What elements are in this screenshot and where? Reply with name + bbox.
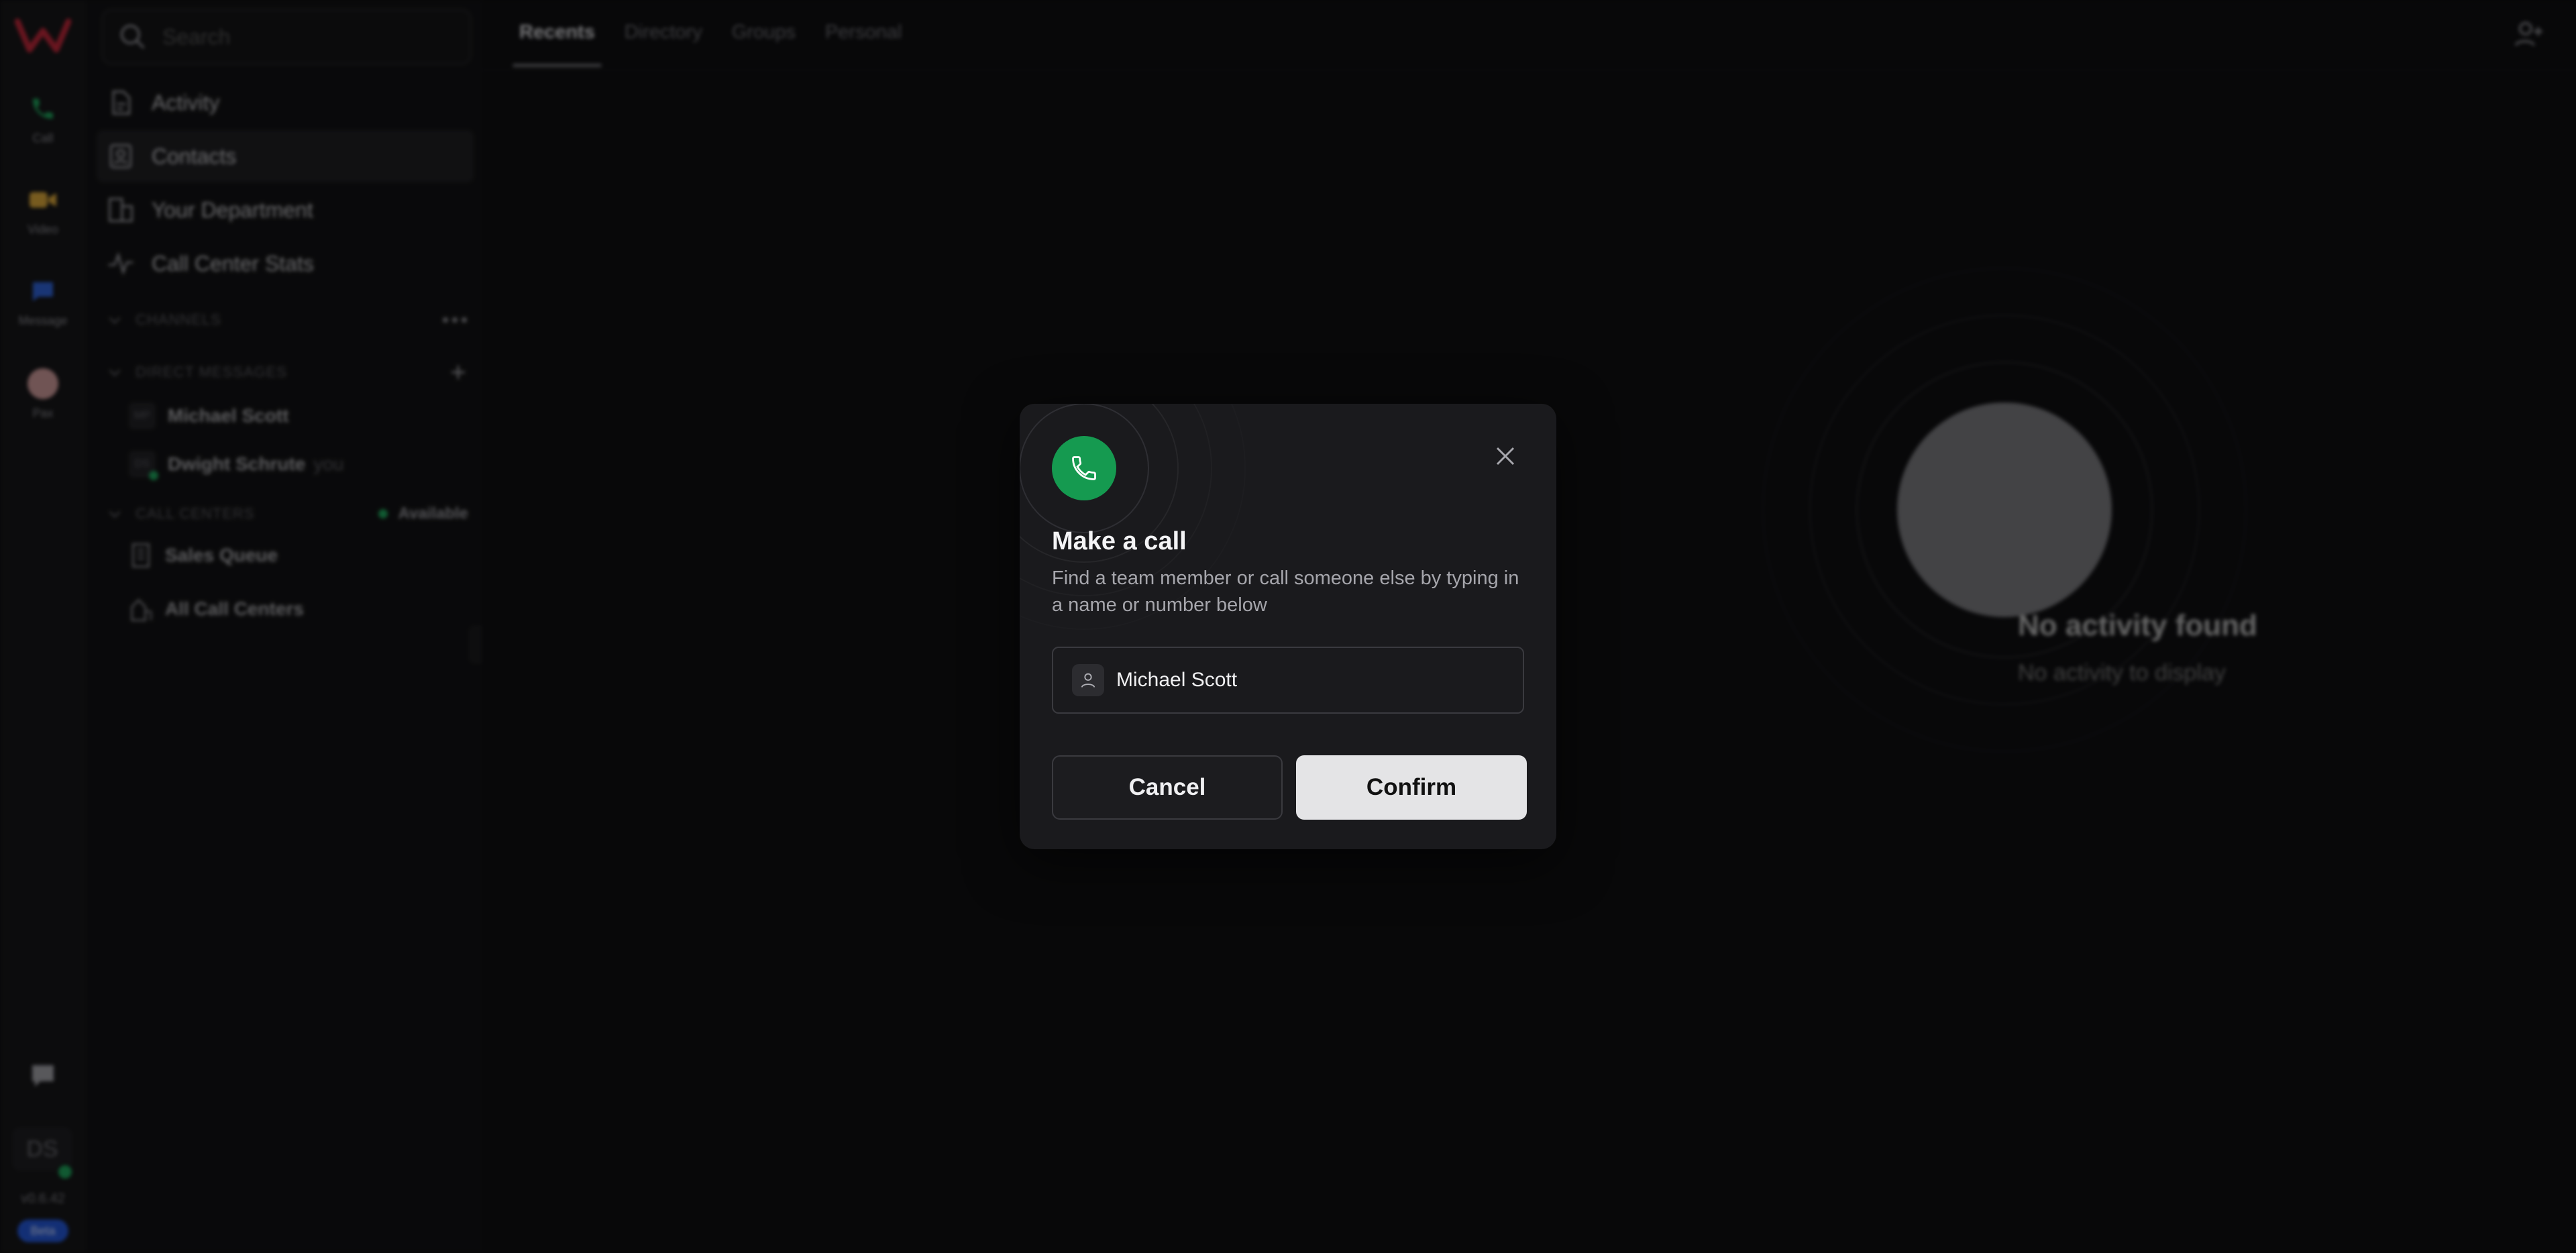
dialog-description: Find a team member or call someone else … — [1052, 567, 1519, 616]
close-icon — [1496, 447, 1515, 466]
recipient-field[interactable] — [1052, 647, 1524, 714]
call-badge — [1052, 436, 1116, 500]
dialog-title: Make a call — [1052, 527, 1187, 555]
make-call-dialog: Make a call Find a team member or call s… — [1020, 404, 1556, 849]
recipient-input[interactable] — [1115, 668, 1493, 692]
phone-icon — [1072, 456, 1096, 480]
person-icon — [1072, 664, 1104, 696]
close-button[interactable] — [1489, 440, 1521, 472]
confirm-button[interactable]: Confirm — [1296, 755, 1527, 820]
cancel-button[interactable]: Cancel — [1052, 755, 1283, 820]
